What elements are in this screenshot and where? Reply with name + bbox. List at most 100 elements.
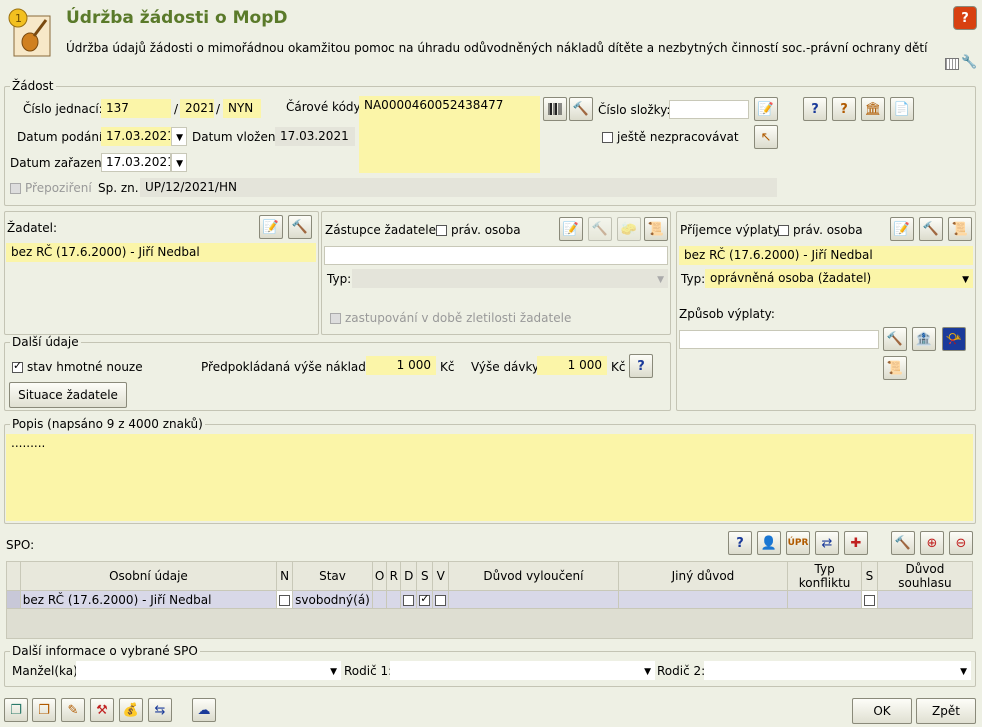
datum-vlozeni-label: Datum vložení:	[192, 130, 283, 144]
col-r[interactable]: R	[386, 561, 402, 591]
note-edit-icon[interactable]: ✎	[61, 698, 85, 722]
cursor-icon[interactable]: ↖	[754, 125, 778, 149]
prijemce-hammer-icon[interactable]: 🔨	[919, 217, 943, 241]
edit-form-icon[interactable]: 📝	[754, 97, 778, 121]
cell-v[interactable]	[432, 590, 450, 609]
datum-zarazeni-field[interactable]: 17.03.2021	[101, 153, 171, 172]
prijemce-edit-icon[interactable]: 📝	[890, 217, 914, 241]
rodic1-select[interactable]: ▼	[390, 661, 655, 680]
prepozdeni-checkbox	[10, 183, 21, 194]
col-d[interactable]: D	[400, 561, 418, 591]
swap-persons-icon[interactable]: ⇄	[815, 531, 839, 555]
spo-hammer-icon[interactable]: 🔨	[891, 531, 915, 555]
carove-kody-field[interactable]: NA0000460052438477	[359, 96, 540, 173]
help-blue-icon[interactable]: ?	[803, 97, 827, 121]
prijemce-label: Příjemce výplaty:	[680, 223, 783, 237]
manzel-select[interactable]: ▼	[76, 661, 341, 680]
cloud-icon[interactable]: ☁	[192, 698, 216, 722]
prijemce-typ-select[interactable]: oprávněná osoba (žadatel) ▼	[705, 269, 973, 288]
cell-s-checkbox[interactable]	[419, 592, 431, 606]
prijemce-field[interactable]: bez RČ (17.6.2000) - Jiří Nedbal	[679, 246, 973, 265]
col-v[interactable]: V	[432, 561, 450, 591]
col-duvod-vylouceni[interactable]: Důvod vyloučení	[448, 561, 619, 591]
row-selector[interactable]	[6, 590, 21, 609]
zpet-button[interactable]: Zpět	[916, 698, 976, 724]
datum-podani-dropdown[interactable]: ▼	[171, 127, 187, 146]
davka-field[interactable]: 1 000	[537, 356, 607, 375]
prijemce-prav-checkbox[interactable]	[778, 225, 789, 236]
person-add-icon[interactable]: ✚	[844, 531, 868, 555]
rodic2-select[interactable]: ▼	[704, 661, 971, 680]
cell-n[interactable]	[276, 590, 294, 609]
layers-icon[interactable]: ❐	[32, 698, 56, 722]
upr-icon[interactable]: ÚPR	[786, 531, 810, 555]
grid-icon[interactable]	[945, 58, 959, 70]
add-row-icon[interactable]: ⊕	[920, 531, 944, 555]
cell-s2-checkbox[interactable]	[863, 594, 875, 606]
zadatel-field[interactable]: bez RČ (17.6.2000) - Jiří Nedbal	[6, 243, 316, 262]
person-icon[interactable]: 👤	[757, 531, 781, 555]
bank-icon[interactable]: 🏦	[912, 327, 936, 351]
hammer-icon[interactable]: 🔨	[569, 97, 593, 121]
col-stav[interactable]: Stav	[292, 561, 373, 591]
wrench-icon[interactable]: 🔧	[961, 55, 977, 70]
zpusob-vyplaty-field[interactable]	[679, 330, 879, 349]
cell-d-checkbox[interactable]	[403, 594, 415, 606]
col-jiny-duvod[interactable]: Jiný důvod	[617, 561, 789, 591]
popis-textarea[interactable]: .........	[6, 434, 973, 521]
jeste-checkbox[interactable]	[602, 132, 613, 143]
zastupce-prav-osoba[interactable]: práv. osoba	[436, 223, 521, 237]
col-n[interactable]: N	[276, 561, 294, 591]
zpusob-hammer-icon[interactable]: 🔨	[883, 327, 907, 351]
cell-s2[interactable]	[860, 590, 878, 609]
datum-zarazeni-dropdown[interactable]: ▼	[171, 153, 187, 172]
zadatel-edit-icon[interactable]: 📝	[259, 215, 283, 239]
upr-tool-icon[interactable]: ⚒	[90, 698, 114, 722]
hmotna-nouze[interactable]: stav hmotné nouze	[12, 359, 143, 374]
cell-v-checkbox[interactable]	[435, 594, 447, 606]
zastupce-scroll-icon[interactable]: 📜	[644, 217, 668, 241]
copy-icon[interactable]: ❐	[4, 698, 28, 722]
zadatel-hammer-icon[interactable]: 🔨	[288, 215, 312, 239]
prijemce-prav-osoba[interactable]: práv. osoba	[778, 223, 863, 237]
table-row[interactable]: bez RČ (17.6.2000) - Jiří Nedbal svobodn…	[6, 590, 974, 609]
coins-icon[interactable]: 💰	[119, 698, 143, 722]
naklady-field[interactable]: 1 000	[366, 356, 436, 375]
col-s[interactable]: S	[416, 561, 434, 591]
cislo-slozky-field[interactable]	[669, 100, 749, 119]
cislo-jednaci-field-2[interactable]: 2021	[180, 99, 214, 118]
zastupce-eraser-icon: 🧽	[617, 217, 641, 241]
jeste-nezpracovavat[interactable]: ještě nezpracovávat	[602, 130, 739, 144]
ok-button[interactable]: OK	[852, 698, 912, 724]
col-s2[interactable]: S	[860, 561, 878, 591]
hmotna-nouze-checkbox[interactable]	[12, 359, 23, 373]
col-osobni-udaje[interactable]: Osobní údaje	[19, 561, 278, 591]
cislo-jednaci-field-3[interactable]: NYN	[223, 99, 261, 118]
barcode-icon[interactable]	[543, 97, 567, 121]
zpusob-scroll-icon[interactable]: 📜	[883, 356, 907, 380]
zastupce-field[interactable]	[324, 246, 668, 265]
prijemce-scroll-icon[interactable]: 📜	[948, 217, 972, 241]
spo-help-icon[interactable]: ?	[728, 531, 752, 555]
chevron-down-icon: ▼	[176, 159, 183, 169]
cell-d[interactable]	[400, 590, 418, 609]
col-typ-konfliktu[interactable]: Typ konfliktu	[787, 561, 862, 591]
remove-row-icon[interactable]: ⊖	[949, 531, 973, 555]
cislo-jednaci-field-1[interactable]: 137	[101, 99, 171, 118]
col-duvod-souhlasu[interactable]: Důvod souhlasu	[876, 561, 974, 591]
post-horn-icon[interactable]: 📯	[942, 327, 966, 351]
archive-icon[interactable]: 🏛	[861, 97, 885, 121]
help-icon[interactable]: ?	[953, 6, 977, 30]
transfer-icon[interactable]: ⇆	[148, 698, 172, 722]
zastupce-edit-icon[interactable]: 📝	[559, 217, 583, 241]
document-icon[interactable]: 📄	[890, 97, 914, 121]
help-orange-icon[interactable]: ?	[832, 97, 856, 121]
cell-n-checkbox[interactable]	[279, 594, 291, 606]
prijemce-typ-value: oprávněná osoba (žadatel)	[710, 271, 872, 285]
situace-button[interactable]: Situace žadatele	[9, 382, 127, 408]
zastupce-prav-checkbox[interactable]	[436, 225, 447, 236]
cell-s[interactable]	[416, 590, 434, 609]
datum-podani-field[interactable]: 17.03.2021	[101, 127, 171, 146]
col-o[interactable]: O	[371, 561, 388, 591]
dalsi-help-icon[interactable]: ?	[629, 354, 653, 378]
